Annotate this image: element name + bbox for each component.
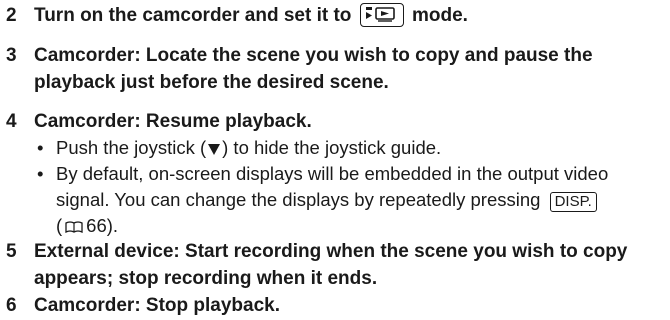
bullet-dot-icon: • (37, 137, 44, 158)
bullet-text: Push the joystick ( ) to hide the joystic… (56, 135, 668, 163)
bullet-text-line: By default, on-screen displays will be e… (56, 163, 609, 184)
bullet-dot-icon: • (37, 163, 44, 184)
down-triangle-icon (207, 137, 221, 163)
bullet-text-before: Push the joystick ( (56, 137, 207, 158)
disp-button-icon: DISP. (549, 192, 597, 212)
step-text: Turn on the camcorder and set it to mode… (34, 2, 664, 29)
step-text: External device: Start recording when th… (34, 238, 664, 292)
step-number: 6 (6, 295, 17, 316)
manual-page: 2 Turn on the camcorder and set it to mo… (0, 0, 670, 320)
step-text-before: Turn on the camcorder and set it to (34, 5, 352, 26)
step-text-line: playback just before the desired scene. (34, 72, 389, 93)
page-reference: 66). (86, 215, 119, 236)
step-text: Camcorder: Stop playback. (34, 295, 281, 316)
step-number: 2 (6, 5, 17, 26)
bullet-text-before: signal. You can change the displays by r… (56, 189, 541, 210)
bullet-text: By default, on-screen displays will be e… (56, 161, 668, 241)
step-text-after: mode. (411, 5, 468, 26)
playback-mode-icon (359, 3, 404, 27)
bullet-text-after: ) to hide the joystick guide. (222, 137, 442, 158)
bullet-text-line: (66). (56, 213, 668, 241)
step-number: 4 (6, 111, 17, 132)
step-number: 3 (6, 45, 17, 66)
open-paren: ( (56, 215, 63, 236)
step-text-line: External device: Start recording when th… (34, 241, 628, 262)
step-text-line: appears; stop recording when it ends. (34, 268, 378, 289)
step-text-line: Camcorder: Locate the scene you wish to … (34, 45, 593, 66)
step-number: 5 (6, 241, 17, 262)
bullet-text-line: signal. You can change the displays by r… (56, 187, 668, 213)
step-text: Camcorder: Locate the scene you wish to … (34, 42, 664, 96)
step-text: Camcorder: Resume playback. (34, 111, 312, 132)
